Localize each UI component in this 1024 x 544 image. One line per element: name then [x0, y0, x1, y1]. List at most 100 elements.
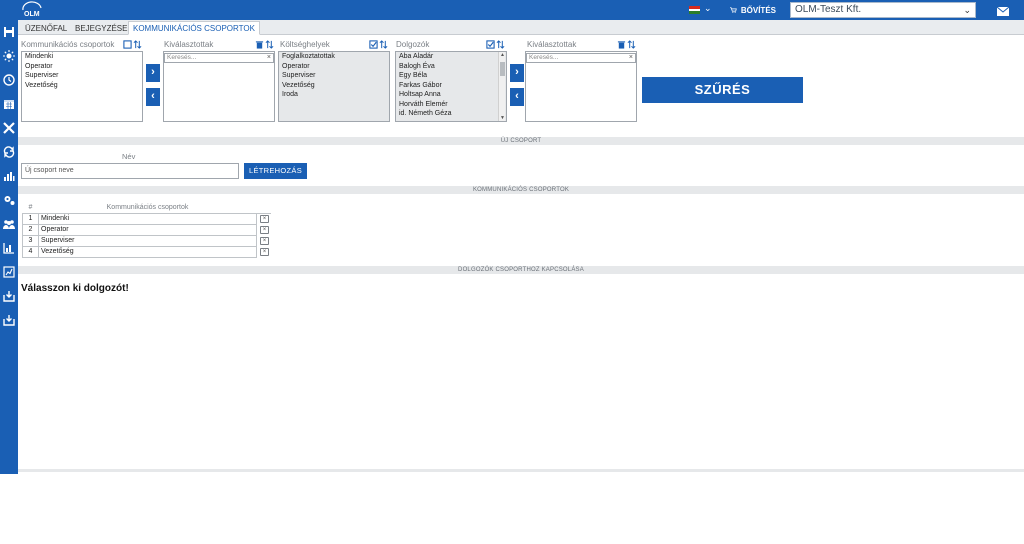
- sun-icon[interactable]: [3, 50, 15, 62]
- trash-icon[interactable]: [255, 40, 264, 49]
- tab-communication-groups[interactable]: KOMMUNIKÁCIÓS CSOPORTOK: [128, 21, 260, 35]
- filter-button[interactable]: SZŰRÉS: [642, 77, 803, 103]
- sort-icon[interactable]: [627, 39, 636, 49]
- col-del-header: [256, 202, 271, 214]
- row-name[interactable]: Mindenki: [38, 212, 257, 225]
- list-item[interactable]: Vezetőség: [22, 81, 142, 91]
- sort-icon[interactable]: [133, 39, 142, 49]
- search-placeholder: Keresés...: [529, 54, 559, 61]
- cost-centers-tools: [369, 39, 388, 49]
- sort-icon[interactable]: [265, 39, 274, 49]
- list-item[interactable]: Operator: [22, 62, 142, 72]
- table-row: 4 Vezetőség ×: [22, 245, 272, 258]
- list-item[interactable]: Iroda: [279, 90, 389, 100]
- flag-stripe-green: [689, 11, 700, 14]
- delete-icon[interactable]: ×: [260, 214, 269, 223]
- cost-centers-list[interactable]: Foglalkoztatottak Operator Superviser Ve…: [278, 51, 390, 122]
- list-item[interactable]: Horváth Elemér: [396, 99, 506, 109]
- row-delete-cell: ×: [257, 224, 272, 235]
- download2-icon[interactable]: [3, 314, 15, 326]
- row-num: 3: [22, 234, 39, 247]
- list-item[interactable]: Aba Aladár: [396, 52, 506, 62]
- move-left-button[interactable]: ‹: [146, 88, 160, 106]
- list-item[interactable]: Holtsap Anna: [396, 90, 506, 100]
- scroll-thumb[interactable]: [500, 62, 505, 76]
- comm-groups-section-title: KOMMUNIKÁCIÓS CSOPORTOK: [18, 186, 1024, 194]
- employees-label: Dolgozók: [396, 40, 430, 49]
- language-flag-icon[interactable]: [689, 6, 700, 14]
- col-name-header: Kommunikációs csoportok: [38, 202, 257, 214]
- clear-icon[interactable]: ×: [267, 54, 271, 62]
- sort-icon[interactable]: [496, 39, 505, 49]
- new-group-name-input[interactable]: Új csoport neve: [21, 163, 239, 179]
- cart-label: BŐVÍTÉS: [740, 5, 776, 15]
- table-row: 3 Superviser ×: [22, 234, 272, 247]
- row-name[interactable]: Vezetőség: [38, 245, 257, 258]
- calendar-icon[interactable]: [3, 98, 15, 110]
- scroll-up-icon[interactable]: ▲: [499, 52, 506, 58]
- list-item[interactable]: Balogh Éva: [396, 61, 506, 71]
- list-item[interactable]: Mindenki: [22, 52, 142, 62]
- sidebar: [0, 20, 18, 474]
- language-chevron-down-icon[interactable]: ⌄: [704, 3, 712, 14]
- selected2-tools: [617, 39, 636, 49]
- sort-icon[interactable]: [379, 39, 388, 49]
- tab-message-wall[interactable]: ÜZENŐFAL: [20, 21, 72, 35]
- move-right-button-2[interactable]: ›: [510, 64, 524, 82]
- tab-bar: ÜZENŐFAL BEJEGYZÉSEK KOMMUNIKÁCIÓS CSOPO…: [18, 20, 1024, 35]
- selected2-search-input[interactable]: Keresés... ×: [526, 53, 636, 63]
- app-window: OLM ⌄ BŐVÍTÉS OLM-Teszt Kft. ⌄ ÜZENŐFAL …: [0, 0, 1024, 474]
- row-num: 1: [22, 212, 39, 225]
- check-all-icon[interactable]: [486, 39, 495, 49]
- report-icon[interactable]: [3, 266, 15, 278]
- clear-icon[interactable]: ×: [629, 54, 633, 62]
- delete-icon[interactable]: ×: [260, 225, 269, 234]
- scroll-down-icon[interactable]: ▼: [499, 115, 506, 121]
- check-all-icon[interactable]: [369, 39, 378, 49]
- selected1-tools: [255, 39, 274, 49]
- move-right-button[interactable]: ›: [146, 64, 160, 82]
- row-name[interactable]: Operator: [38, 223, 257, 236]
- list-item[interactable]: Foglalkoztatottak: [279, 52, 389, 62]
- list-item[interactable]: Farkas Gábor: [396, 80, 506, 90]
- delete-icon[interactable]: ×: [260, 236, 269, 245]
- top-bar: OLM ⌄ BŐVÍTÉS OLM-Teszt Kft. ⌄: [0, 0, 1024, 20]
- chevron-down-icon: ⌄: [963, 5, 971, 15]
- list-item[interactable]: Operator: [279, 61, 389, 71]
- selected1-search-input[interactable]: Keresés... ×: [164, 53, 274, 63]
- move-left-button-2[interactable]: ‹: [510, 88, 524, 106]
- create-button[interactable]: LÉTREHOZÁS: [244, 163, 307, 179]
- col-num-header: #: [22, 202, 39, 214]
- users-icon[interactable]: [3, 218, 15, 230]
- row-delete-cell: ×: [257, 246, 272, 257]
- logo-text: OLM: [24, 11, 40, 18]
- company-select[interactable]: OLM-Teszt Kft. ⌄: [790, 2, 976, 18]
- new-group-section-title: ÚJ CSOPORT: [18, 137, 1024, 145]
- list-item[interactable]: Egy Béla: [396, 71, 506, 81]
- download-icon[interactable]: [3, 290, 15, 302]
- expand-cart-button[interactable]: BŐVÍTÉS: [730, 3, 776, 17]
- list-item[interactable]: Vezetőség: [279, 80, 389, 90]
- list-item[interactable]: id. Németh Géza: [396, 109, 506, 119]
- row-name[interactable]: Superviser: [38, 234, 257, 247]
- tools-icon[interactable]: [3, 122, 15, 134]
- trash-icon[interactable]: [617, 40, 626, 49]
- list-item[interactable]: Superviser: [22, 71, 142, 81]
- chart-icon[interactable]: [3, 170, 15, 182]
- save-icon[interactable]: [3, 26, 15, 38]
- selected1-label: Kiválasztottak: [164, 40, 214, 49]
- checkbox-icon[interactable]: [123, 39, 132, 49]
- clock-icon[interactable]: [3, 74, 15, 86]
- stats-icon[interactable]: [3, 242, 15, 254]
- employees-list[interactable]: Aba Aladár Balogh Éva Egy Béla Farkas Gá…: [395, 51, 507, 122]
- mail-icon[interactable]: [996, 4, 1010, 16]
- settings-icon[interactable]: [3, 194, 15, 206]
- table-row: 2 Operator ×: [22, 223, 272, 236]
- olm-logo[interactable]: OLM: [20, 1, 44, 19]
- select-employee-message: Válasszon ki dolgozót!: [21, 283, 129, 294]
- sync-icon[interactable]: [3, 146, 15, 158]
- delete-icon[interactable]: ×: [260, 247, 269, 256]
- list-item[interactable]: Superviser: [279, 71, 389, 81]
- comm-groups-list[interactable]: Mindenki Operator Superviser Vezetőség: [21, 51, 143, 122]
- employees-scrollbar[interactable]: ▲ ▼: [498, 52, 505, 121]
